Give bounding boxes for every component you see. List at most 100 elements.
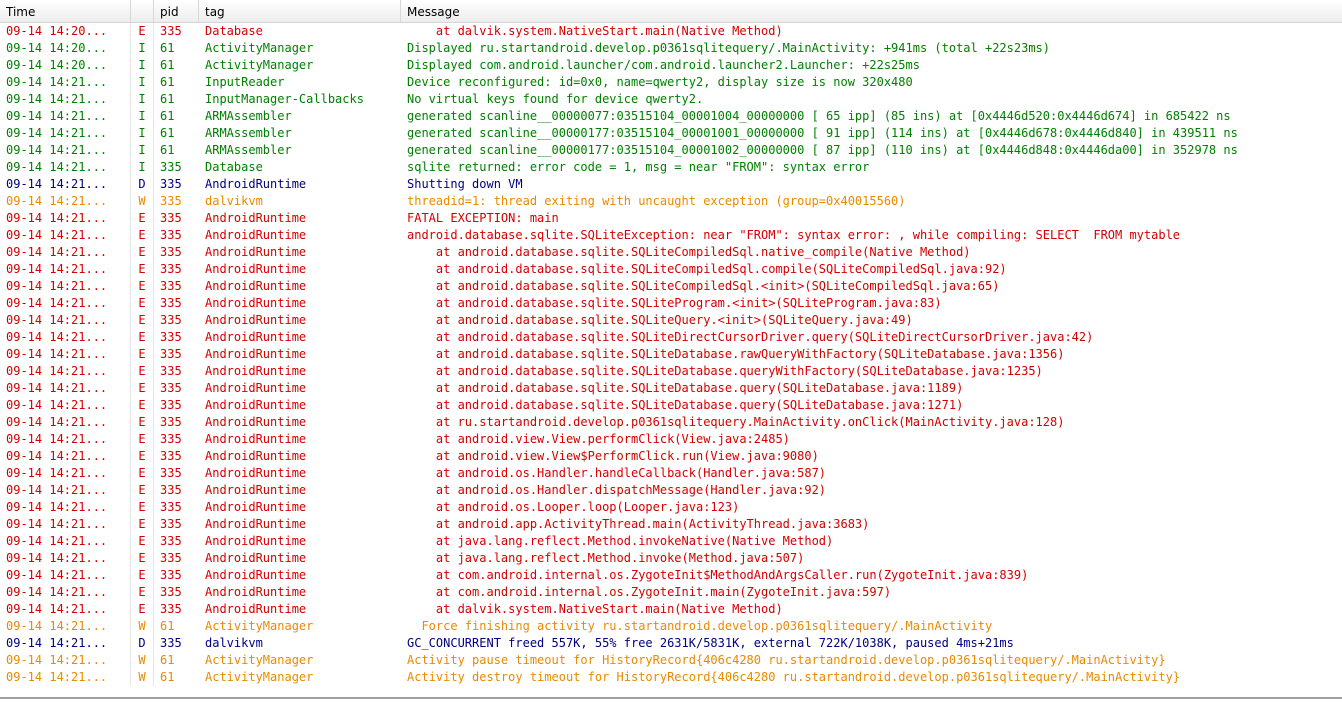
log-time: 09-14 14:21... bbox=[0, 329, 131, 346]
log-time: 09-14 14:21... bbox=[0, 74, 131, 91]
log-message: android.database.sqlite.SQLiteException:… bbox=[407, 228, 1181, 242]
column-header-pid[interactable]: pid bbox=[154, 0, 199, 22]
log-row[interactable]: 09-14 14:21... E 335 AndroidRuntime at java… bbox=[0, 550, 1342, 567]
log-pid: 335 bbox=[160, 500, 182, 514]
log-message: threadid=1: thread exiting with uncaught… bbox=[407, 194, 906, 208]
log-row[interactable]: 09-14 14:21... E 335 AndroidRuntime at andr… bbox=[0, 278, 1342, 295]
log-level: I bbox=[131, 74, 154, 91]
column-header-message[interactable]: Message bbox=[401, 0, 1342, 22]
log-tag: AndroidRuntime bbox=[205, 449, 307, 463]
log-row[interactable]: 09-14 14:21... E 335 AndroidRuntime at andr… bbox=[0, 346, 1342, 363]
log-time: 09-14 14:21... bbox=[0, 278, 131, 295]
column-header-level[interactable] bbox=[131, 0, 154, 22]
log-tag: dalvikvm bbox=[205, 636, 263, 650]
log-time: 09-14 14:21... bbox=[0, 669, 131, 686]
log-level: D bbox=[131, 635, 154, 652]
log-row[interactable]: 09-14 14:20... I 61 ActivityManager Displaye… bbox=[0, 40, 1342, 57]
log-row[interactable]: 09-14 14:20... I 61 ActivityManager Displaye… bbox=[0, 57, 1342, 74]
log-row[interactable]: 09-14 14:21... E 335 AndroidRuntime at andr… bbox=[0, 465, 1342, 482]
log-row[interactable]: 09-14 14:20... E 335 Database at dalvik.sys… bbox=[0, 23, 1342, 40]
log-time: 09-14 14:21... bbox=[0, 295, 131, 312]
log-tag: AndroidRuntime bbox=[205, 211, 307, 225]
log-tag: AndroidRuntime bbox=[205, 364, 307, 378]
log-message: at android.database.sqlite.SQLiteDatabas… bbox=[407, 364, 1043, 378]
column-header-tag[interactable]: tag bbox=[199, 0, 401, 22]
log-time: 09-14 14:20... bbox=[0, 40, 131, 57]
log-row[interactable]: 09-14 14:21... W 335 dalvikvm threadid=1: th… bbox=[0, 193, 1342, 210]
log-row[interactable]: 09-14 14:21... E 335 AndroidRuntime at com.… bbox=[0, 567, 1342, 584]
log-row[interactable]: 09-14 14:21... E 335 AndroidRuntime at andr… bbox=[0, 312, 1342, 329]
log-row[interactable]: 09-14 14:21... E 335 AndroidRuntime at andr… bbox=[0, 516, 1342, 533]
log-time: 09-14 14:20... bbox=[0, 57, 131, 74]
log-row[interactable]: 09-14 14:21... E 335 AndroidRuntime at andr… bbox=[0, 397, 1342, 414]
logcat-table: Time pid tag Message 09-14 14:20... E 335 D… bbox=[0, 0, 1342, 697]
log-pid: 335 bbox=[160, 585, 182, 599]
log-row[interactable]: 09-14 14:21... E 335 AndroidRuntime at andr… bbox=[0, 482, 1342, 499]
log-row[interactable]: 09-14 14:21... D 335 AndroidRuntime Shutting… bbox=[0, 176, 1342, 193]
log-level: E bbox=[131, 295, 154, 312]
log-row[interactable]: 09-14 14:21... E 335 AndroidRuntime at andr… bbox=[0, 431, 1342, 448]
log-row[interactable]: 09-14 14:21... I 61 ARMAssembler generated s… bbox=[0, 125, 1342, 142]
log-time: 09-14 14:21... bbox=[0, 414, 131, 431]
log-message: at android.os.Looper.loop(Looper.java:12… bbox=[407, 500, 740, 514]
log-pid: 335 bbox=[160, 364, 182, 378]
log-row[interactable]: 09-14 14:21... E 335 AndroidRuntime at com.… bbox=[0, 584, 1342, 601]
log-row[interactable]: 09-14 14:21... E 335 AndroidRuntime at ru.s… bbox=[0, 414, 1342, 431]
log-row[interactable]: 09-14 14:21... W 61 ActivityManager Activity… bbox=[0, 669, 1342, 686]
log-row[interactable]: 09-14 14:21... E 335 AndroidRuntime at java… bbox=[0, 533, 1342, 550]
log-level: E bbox=[131, 533, 154, 550]
log-row[interactable]: 09-14 14:21... I 61 InputManager-Callbacks N… bbox=[0, 91, 1342, 108]
log-pid: 335 bbox=[160, 568, 182, 582]
log-row[interactable]: 09-14 14:21... I 61 ARMAssembler generated s… bbox=[0, 142, 1342, 159]
log-row[interactable]: 09-14 14:21... I 61 InputReader Device recon… bbox=[0, 74, 1342, 91]
log-pid: 335 bbox=[160, 160, 182, 174]
log-row[interactable]: 09-14 14:21... I 335 Database sqlite returne… bbox=[0, 159, 1342, 176]
log-row[interactable]: 09-14 14:21... E 335 AndroidRuntime FATAL EX… bbox=[0, 210, 1342, 227]
log-pid: 335 bbox=[160, 551, 182, 565]
log-row[interactable]: 09-14 14:21... E 335 AndroidRuntime at andr… bbox=[0, 329, 1342, 346]
log-time: 09-14 14:21... bbox=[0, 448, 131, 465]
log-tag: AndroidRuntime bbox=[205, 313, 307, 327]
log-level: E bbox=[131, 23, 154, 40]
log-tag: Database bbox=[205, 24, 263, 38]
log-message: No virtual keys found for device qwerty2… bbox=[407, 92, 704, 106]
log-tag: AndroidRuntime bbox=[205, 245, 307, 259]
log-row[interactable]: 09-14 14:21... E 335 AndroidRuntime at andr… bbox=[0, 363, 1342, 380]
log-level: E bbox=[131, 414, 154, 431]
log-level: E bbox=[131, 261, 154, 278]
log-row[interactable]: 09-14 14:21... E 335 AndroidRuntime at andr… bbox=[0, 499, 1342, 516]
log-row[interactable]: 09-14 14:21... E 335 AndroidRuntime at andr… bbox=[0, 261, 1342, 278]
log-time: 09-14 14:21... bbox=[0, 431, 131, 448]
log-level: W bbox=[131, 618, 154, 635]
log-row[interactable]: 09-14 14:21... E 335 AndroidRuntime at andr… bbox=[0, 244, 1342, 261]
log-row[interactable]: 09-14 14:21... W 61 ActivityManager Force f… bbox=[0, 618, 1342, 635]
log-level: E bbox=[131, 346, 154, 363]
log-level: E bbox=[131, 278, 154, 295]
log-level: E bbox=[131, 210, 154, 227]
log-row[interactable]: 09-14 14:21... E 335 AndroidRuntime at andr… bbox=[0, 380, 1342, 397]
log-level: E bbox=[131, 567, 154, 584]
log-message: Device reconfigured: id=0x0, name=qwerty… bbox=[407, 75, 913, 89]
log-row[interactable]: 09-14 14:21... E 335 AndroidRuntime at andr… bbox=[0, 448, 1342, 465]
log-message: Activity destroy timeout for HistoryReco… bbox=[407, 670, 1181, 684]
log-tag: AndroidRuntime bbox=[205, 279, 307, 293]
log-time: 09-14 14:21... bbox=[0, 125, 131, 142]
log-row[interactable]: 09-14 14:21... W 61 ActivityManager Activity… bbox=[0, 652, 1342, 669]
log-message: at android.database.sqlite.SQLiteQuery.<… bbox=[407, 313, 913, 327]
log-message: Force finishing activity ru.startandroid… bbox=[407, 619, 993, 633]
log-message: at java.lang.reflect.Method.invoke(Metho… bbox=[407, 551, 805, 565]
log-row[interactable]: 09-14 14:21... E 335 AndroidRuntime at dalv… bbox=[0, 601, 1342, 618]
log-tag: AndroidRuntime bbox=[205, 466, 307, 480]
log-row[interactable]: 09-14 14:21... E 335 AndroidRuntime at andr… bbox=[0, 295, 1342, 312]
log-row[interactable]: 09-14 14:21... E 335 AndroidRuntime android.… bbox=[0, 227, 1342, 244]
log-message: at dalvik.system.NativeStart.main(Native… bbox=[407, 602, 783, 616]
log-row[interactable]: 09-14 14:21... I 61 ARMAssembler generated s… bbox=[0, 108, 1342, 125]
log-time: 09-14 14:21... bbox=[0, 516, 131, 533]
log-row[interactable]: 09-14 14:21... D 335 dalvikvm GC_CONCURRENT … bbox=[0, 635, 1342, 652]
log-pid: 335 bbox=[160, 398, 182, 412]
log-time: 09-14 14:21... bbox=[0, 465, 131, 482]
log-tag: ARMAssembler bbox=[205, 126, 292, 140]
log-tag: ActivityManager bbox=[205, 41, 314, 55]
log-level: E bbox=[131, 244, 154, 261]
column-header-time[interactable]: Time bbox=[0, 0, 131, 22]
